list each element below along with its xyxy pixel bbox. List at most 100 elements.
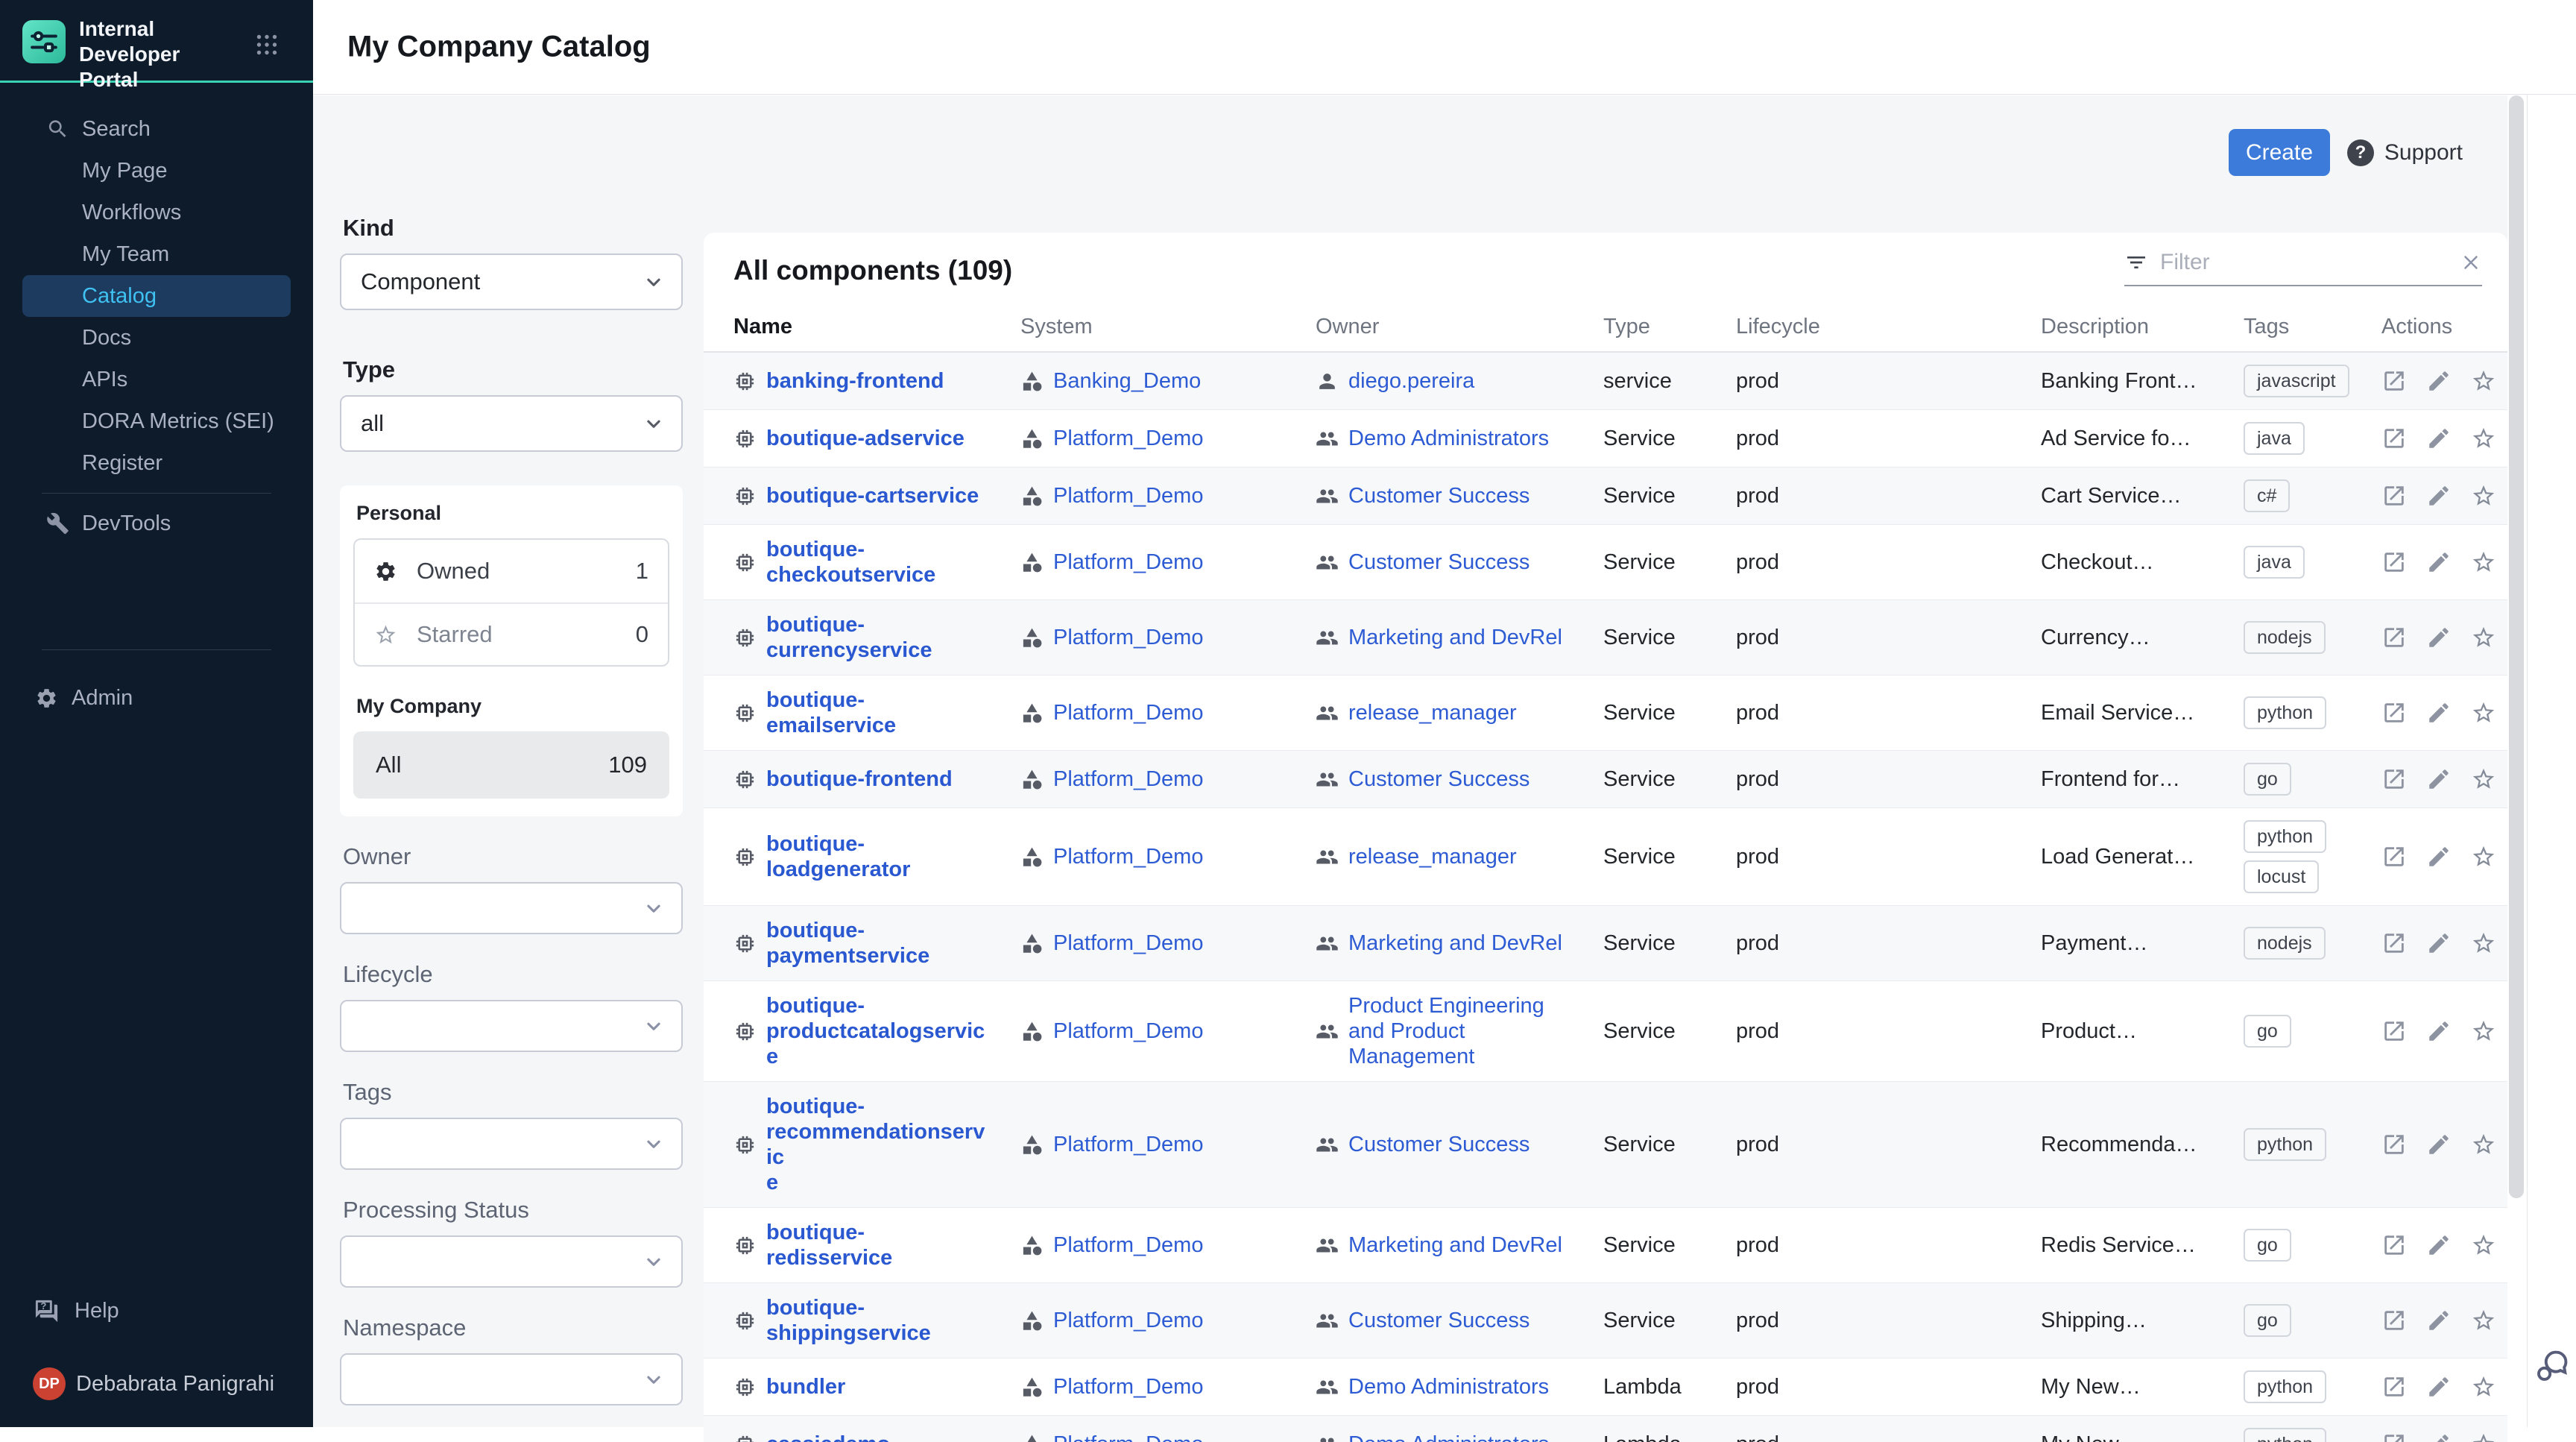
- star-icon[interactable]: [2471, 1018, 2496, 1044]
- sidebar-item-search[interactable]: Search: [22, 108, 291, 150]
- star-icon[interactable]: [2471, 1308, 2496, 1333]
- system-link[interactable]: Platform_Demo: [1053, 1232, 1203, 1258]
- star-icon[interactable]: [2471, 368, 2496, 394]
- edit-icon[interactable]: [2426, 1132, 2452, 1157]
- component-name-link[interactable]: boutique- paymentservice: [766, 918, 929, 969]
- column-header-lifecycle[interactable]: Lifecycle: [1736, 315, 2041, 339]
- star-icon[interactable]: [2471, 426, 2496, 451]
- column-header-actions[interactable]: Actions: [2381, 315, 2493, 339]
- system-link[interactable]: Platform_Demo: [1053, 931, 1203, 956]
- owner-link[interactable]: Customer Success: [1348, 1132, 1530, 1157]
- sidebar-item-my-page[interactable]: My Page: [22, 150, 291, 192]
- sidebar-user[interactable]: DP Debabrata Panigrahi: [22, 1363, 291, 1405]
- system-link[interactable]: Platform_Demo: [1053, 625, 1203, 650]
- view-icon[interactable]: [2381, 368, 2407, 394]
- column-header-name[interactable]: Name: [733, 315, 1020, 339]
- sidebar-item-help[interactable]: Help: [22, 1290, 291, 1332]
- namespace-select[interactable]: [340, 1353, 683, 1405]
- kind-select[interactable]: Component: [340, 254, 683, 310]
- star-icon[interactable]: [2471, 844, 2496, 869]
- component-name-link[interactable]: boutique- shippingservice: [766, 1295, 931, 1346]
- component-name-link[interactable]: boutique- productcatalogservice: [766, 993, 990, 1069]
- view-icon[interactable]: [2381, 1018, 2407, 1044]
- system-link[interactable]: Platform_Demo: [1053, 426, 1203, 451]
- owner-link[interactable]: Demo Administrators: [1348, 1432, 1549, 1442]
- system-link[interactable]: Platform_Demo: [1053, 1374, 1203, 1400]
- view-icon[interactable]: [2381, 483, 2407, 509]
- owner-link[interactable]: Product Engineering and Product Manageme…: [1348, 993, 1544, 1069]
- owner-link[interactable]: Customer Success: [1348, 1308, 1530, 1333]
- view-icon[interactable]: [2381, 700, 2407, 725]
- processing-status-select[interactable]: [340, 1235, 683, 1288]
- system-link[interactable]: Platform_Demo: [1053, 1018, 1203, 1044]
- tags-select[interactable]: [340, 1118, 683, 1170]
- column-header-tags[interactable]: Tags: [2244, 315, 2381, 339]
- star-icon[interactable]: [2471, 1132, 2496, 1157]
- sidebar-item-catalog[interactable]: Catalog: [22, 275, 291, 317]
- view-icon[interactable]: [2381, 1132, 2407, 1157]
- view-icon[interactable]: [2381, 1374, 2407, 1400]
- star-icon[interactable]: [2471, 931, 2496, 956]
- edit-icon[interactable]: [2426, 1432, 2452, 1442]
- sidebar-item-docs[interactable]: Docs: [22, 317, 291, 359]
- all-filter-row[interactable]: All 109: [353, 731, 669, 799]
- starred-filter-row[interactable]: Starred 0: [355, 602, 668, 665]
- system-link[interactable]: Platform_Demo: [1053, 1132, 1203, 1157]
- component-name-link[interactable]: boutique-cartservice: [766, 483, 979, 509]
- owned-filter-row[interactable]: Owned 1: [355, 540, 668, 602]
- view-icon[interactable]: [2381, 550, 2407, 575]
- component-name-link[interactable]: cassiedemo: [766, 1432, 890, 1442]
- type-select[interactable]: all: [340, 395, 683, 452]
- edit-icon[interactable]: [2426, 625, 2452, 650]
- owner-select[interactable]: [340, 882, 683, 934]
- sidebar-item-dora-metrics-sei[interactable]: DORA Metrics (SEI): [22, 400, 291, 442]
- system-link[interactable]: Banking_Demo: [1053, 368, 1201, 394]
- edit-icon[interactable]: [2426, 550, 2452, 575]
- owner-link[interactable]: release_manager: [1348, 700, 1517, 725]
- sidebar-item-admin[interactable]: Admin: [22, 677, 291, 719]
- system-link[interactable]: Platform_Demo: [1053, 483, 1203, 509]
- sidebar-item-apis[interactable]: APIs: [22, 359, 291, 400]
- view-icon[interactable]: [2381, 931, 2407, 956]
- owner-link[interactable]: Marketing and DevRel: [1348, 1232, 1562, 1258]
- support-button[interactable]: Support: [2347, 129, 2463, 176]
- column-header-description[interactable]: Description: [2041, 315, 2244, 339]
- edit-icon[interactable]: [2426, 1232, 2452, 1258]
- star-icon[interactable]: [2471, 550, 2496, 575]
- view-icon[interactable]: [2381, 426, 2407, 451]
- edit-icon[interactable]: [2426, 931, 2452, 956]
- component-name-link[interactable]: boutique- currencyservice: [766, 612, 932, 663]
- owner-link[interactable]: Customer Success: [1348, 766, 1530, 792]
- column-header-type[interactable]: Type: [1603, 315, 1736, 339]
- column-header-owner[interactable]: Owner: [1316, 315, 1603, 339]
- system-link[interactable]: Platform_Demo: [1053, 844, 1203, 869]
- system-link[interactable]: Platform_Demo: [1053, 700, 1203, 725]
- sidebar-item-my-team[interactable]: My Team: [22, 233, 291, 275]
- owner-link[interactable]: Customer Success: [1348, 550, 1530, 575]
- create-button[interactable]: Create: [2229, 129, 2330, 176]
- star-icon[interactable]: [2471, 766, 2496, 792]
- view-icon[interactable]: [2381, 1232, 2407, 1258]
- support-chat-icon[interactable]: [2533, 1347, 2572, 1385]
- view-icon[interactable]: [2381, 1308, 2407, 1333]
- edit-icon[interactable]: [2426, 1018, 2452, 1044]
- system-link[interactable]: Platform_Demo: [1053, 1432, 1203, 1442]
- component-name-link[interactable]: boutique- checkoutservice: [766, 537, 935, 588]
- view-icon[interactable]: [2381, 1432, 2407, 1442]
- component-name-link[interactable]: boutique- recommendationservic e: [766, 1094, 990, 1195]
- owner-link[interactable]: release_manager: [1348, 844, 1517, 869]
- edit-icon[interactable]: [2426, 368, 2452, 394]
- sidebar-item-workflows[interactable]: Workflows: [22, 192, 291, 233]
- column-header-system[interactable]: System: [1020, 315, 1316, 339]
- owner-link[interactable]: Demo Administrators: [1348, 426, 1549, 451]
- edit-icon[interactable]: [2426, 426, 2452, 451]
- edit-icon[interactable]: [2426, 844, 2452, 869]
- system-link[interactable]: Platform_Demo: [1053, 766, 1203, 792]
- sidebar-item-devtools[interactable]: DevTools: [22, 503, 291, 544]
- clear-filter-icon[interactable]: [2460, 251, 2482, 274]
- owner-link[interactable]: Marketing and DevRel: [1348, 625, 1562, 650]
- owner-link[interactable]: Customer Success: [1348, 483, 1530, 509]
- star-icon[interactable]: [2471, 1232, 2496, 1258]
- view-icon[interactable]: [2381, 625, 2407, 650]
- edit-icon[interactable]: [2426, 1374, 2452, 1400]
